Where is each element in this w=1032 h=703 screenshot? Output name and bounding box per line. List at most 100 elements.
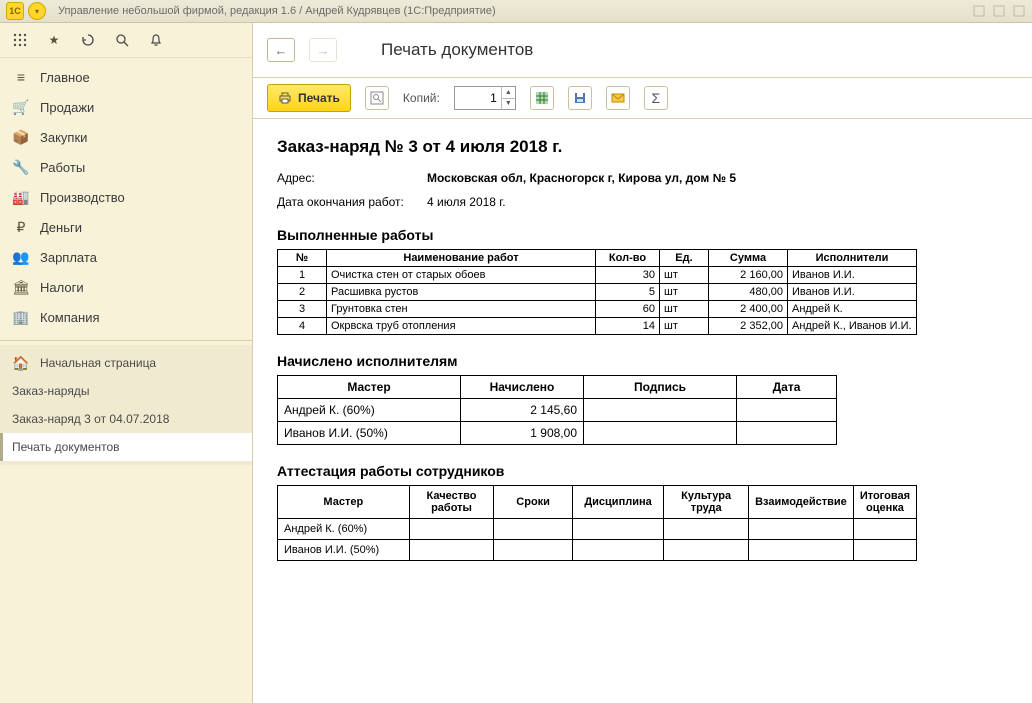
- address-label: Адрес:: [277, 171, 427, 185]
- address-value: Московская обл, Красногорск г, Кирова ул…: [427, 171, 736, 185]
- window-button-1-icon[interactable]: [972, 4, 986, 18]
- col-name: Наименование работ: [327, 250, 596, 267]
- toolbar: Печать Копий: ▲▼ Σ: [253, 78, 1032, 119]
- attestation-table: Мастер Качество работы Сроки Дисциплина …: [277, 485, 917, 561]
- sidebar-item-label: Закупки: [40, 130, 87, 145]
- sigma-icon: Σ: [651, 90, 660, 106]
- copies-spinner[interactable]: ▲▼: [454, 86, 516, 110]
- spin-down-icon[interactable]: ▼: [502, 99, 515, 110]
- sidebar-item-works[interactable]: 🔧 Работы: [0, 152, 252, 182]
- sidebar-item-label: Деньги: [40, 220, 82, 235]
- factory-icon: 🏭: [12, 188, 30, 206]
- sidebar-separator: [0, 340, 252, 341]
- table-row: Иванов И.И. (50%): [278, 540, 917, 561]
- basket-icon: 🛒: [12, 98, 30, 116]
- main-area: ← → Печать документов Печать Копий: ▲▼ Σ…: [253, 23, 1032, 703]
- sidebar-item-label: Компания: [40, 310, 100, 325]
- menu-icon: ≡: [12, 68, 30, 86]
- sidebar-item-label: Главное: [40, 70, 90, 85]
- sidebar-item-production[interactable]: 🏭 Производство: [0, 182, 252, 212]
- col-n: №: [278, 250, 327, 267]
- sidebar-item-label: Зарплата: [40, 250, 97, 265]
- copies-input[interactable]: [455, 87, 501, 109]
- table-row: 1Очистка стен от старых обоев30шт2 160,0…: [278, 267, 917, 284]
- app-dropdown-icon[interactable]: ▾: [28, 2, 46, 20]
- sidebar-item-taxes[interactable]: 🏛 Налоги: [0, 272, 252, 302]
- col-perf: Исполнители: [788, 250, 917, 267]
- table-row: 3Грунтовка стен60шт2 400,00Андрей К.: [278, 301, 917, 318]
- col-unit: Ед.: [660, 250, 709, 267]
- home-icon: 🏠: [12, 354, 30, 372]
- sidebar: ★ ≡ Главное 🛒 Продажи 📦 Закупки 🔧 Работы 🏭 Пр…: [0, 23, 253, 703]
- sidebar-item-label: Продажи: [40, 100, 94, 115]
- works-section-title: Выполненные работы: [277, 227, 1008, 243]
- attestation-section-title: Аттестация работы сотрудников: [277, 463, 1008, 479]
- print-button-label: Печать: [298, 91, 340, 105]
- wrench-icon: 🔧: [12, 158, 30, 176]
- table-row: 4Окрвска труб отопления14шт2 352,00Андре…: [278, 318, 917, 335]
- sidebar-item-label: Начальная страница: [40, 356, 156, 370]
- table-header-row: Мастер Начислено Подпись Дата: [278, 376, 837, 399]
- sidebar-item-label: Печать документов: [12, 440, 120, 454]
- sidebar-item-purchases[interactable]: 📦 Закупки: [0, 122, 252, 152]
- accrual-section-title: Начислено исполнителям: [277, 353, 1008, 369]
- sidebar-nav: ≡ Главное 🛒 Продажи 📦 Закупки 🔧 Работы 🏭 Прои…: [0, 58, 252, 336]
- history-icon[interactable]: [80, 32, 96, 48]
- window-button-2-icon[interactable]: [992, 4, 1006, 18]
- bell-icon[interactable]: [148, 32, 164, 48]
- sidebar-item-label: Заказ-наряд 3 от 04.07.2018: [12, 412, 169, 426]
- copies-label: Копий:: [403, 91, 440, 105]
- mail-button[interactable]: [606, 86, 630, 110]
- save-button[interactable]: [568, 86, 592, 110]
- sidebar-toolbar: ★: [0, 23, 252, 58]
- end-date-value: 4 июля 2018 г.: [427, 195, 506, 209]
- window-button-3-icon[interactable]: [1012, 4, 1026, 18]
- sidebar-item-main[interactable]: ≡ Главное: [0, 62, 252, 92]
- sidebar-item-order-3[interactable]: Заказ-наряд 3 от 04.07.2018: [0, 405, 252, 433]
- table-row: Андрей К. (60%): [278, 519, 917, 540]
- window-title: Управление небольшой фирмой, редакция 1.…: [58, 5, 496, 17]
- col-sum: Сумма: [709, 250, 788, 267]
- search-icon[interactable]: [114, 32, 130, 48]
- sidebar-item-home[interactable]: 🏠 Начальная страница: [0, 349, 252, 377]
- print-button[interactable]: Печать: [267, 84, 351, 112]
- doc-title: Заказ-наряд № 3 от 4 июля 2018 г.: [277, 137, 1008, 157]
- sidebar-item-company[interactable]: 🏢 Компания: [0, 302, 252, 332]
- titlebar: 1C ▾ Управление небольшой фирмой, редакц…: [0, 0, 1032, 23]
- sidebar-item-sales[interactable]: 🛒 Продажи: [0, 92, 252, 122]
- table-row: 2Расшивка рустов5шт480,00Иванов И.И.: [278, 284, 917, 301]
- printer-icon: [278, 91, 292, 105]
- spin-up-icon[interactable]: ▲: [502, 87, 515, 99]
- sidebar-open-items: 🏠 Начальная страница Заказ-наряды Заказ-н…: [0, 345, 252, 465]
- building-icon: 🏢: [12, 308, 30, 326]
- ruble-icon: ₽: [12, 218, 30, 236]
- sidebar-item-orders[interactable]: Заказ-наряды: [0, 377, 252, 405]
- table-header-row: № Наименование работ Кол-во Ед. Сумма Ис…: [278, 250, 917, 267]
- sidebar-item-label: Производство: [40, 190, 125, 205]
- sidebar-item-print-docs[interactable]: Печать документов: [0, 433, 252, 461]
- app-badge-icon: 1C: [6, 2, 24, 20]
- forward-button[interactable]: →: [309, 38, 337, 62]
- tax-icon: 🏛: [12, 278, 30, 296]
- sum-button[interactable]: Σ: [644, 86, 668, 110]
- table-row: Иванов И.И. (50%)1 908,00: [278, 422, 837, 445]
- end-date-label: Дата окончания работ:: [277, 195, 427, 209]
- main-header: ← → Печать документов: [253, 23, 1032, 78]
- page-title: Печать документов: [381, 40, 533, 60]
- sidebar-item-label: Налоги: [40, 280, 84, 295]
- box-icon: 📦: [12, 128, 30, 146]
- table-row: Андрей К. (60%)2 145,60: [278, 399, 837, 422]
- back-button[interactable]: ←: [267, 38, 295, 62]
- sidebar-item-label: Работы: [40, 160, 85, 175]
- star-icon[interactable]: ★: [46, 32, 62, 48]
- table-header-row: Мастер Качество работы Сроки Дисциплина …: [278, 486, 917, 519]
- sidebar-item-salary[interactable]: 👥Зарплата: [0, 242, 252, 272]
- table-button[interactable]: [530, 86, 554, 110]
- document-area: Заказ-наряд № 3 от 4 июля 2018 г. Адрес:…: [253, 119, 1032, 703]
- sidebar-item-label: Заказ-наряды: [12, 384, 89, 398]
- apps-icon[interactable]: [12, 32, 28, 48]
- preview-button[interactable]: [365, 86, 389, 110]
- sidebar-item-money[interactable]: ₽ Деньги: [0, 212, 252, 242]
- accrual-table: Мастер Начислено Подпись Дата Андрей К. …: [277, 375, 837, 445]
- works-table: № Наименование работ Кол-во Ед. Сумма Ис…: [277, 249, 917, 335]
